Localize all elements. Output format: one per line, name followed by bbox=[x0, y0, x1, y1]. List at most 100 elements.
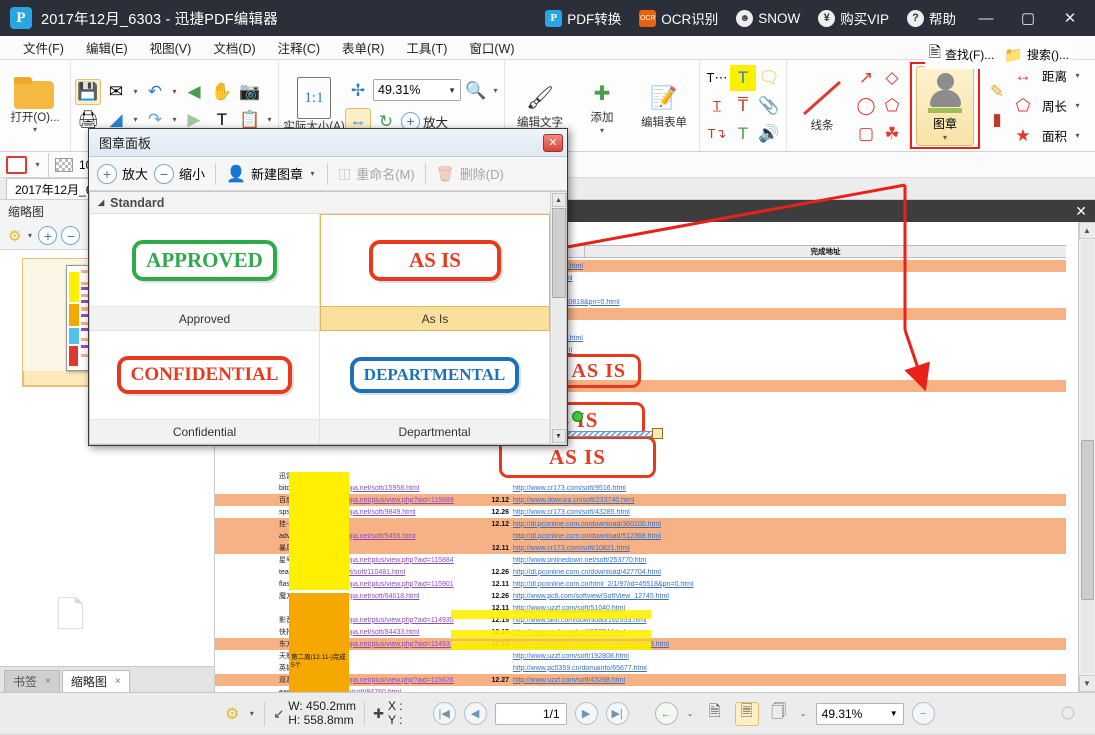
chevron-down-icon[interactable]: ▾ bbox=[265, 115, 274, 124]
row-url-done[interactable]: http://www.cr173.com/soft/43285.html bbox=[513, 509, 1066, 516]
area-button[interactable]: ★ 面积 ▾ bbox=[1010, 122, 1082, 150]
row-url-done[interactable]: http://dl.pconline.com.cn/html_2/1/97/id… bbox=[513, 581, 1066, 588]
row-url-done[interactable]: http://www.downza.cn/soft/233740.html bbox=[513, 497, 1066, 504]
eraser-icon[interactable]: ▮ bbox=[984, 107, 1010, 133]
polygon-icon[interactable]: ⬠ bbox=[879, 93, 905, 119]
dialog-scrollbar[interactable]: ▲ ▼ bbox=[550, 192, 566, 444]
close-button[interactable]: ✕ bbox=[1049, 0, 1091, 36]
find-button[interactable]: 🖹 查找(F)... bbox=[929, 42, 994, 67]
tab-bookmarks[interactable]: 书签 × bbox=[4, 670, 60, 692]
zoom-tool-icon[interactable]: 🔍 bbox=[463, 77, 489, 103]
dialog-close-button[interactable]: ✕ bbox=[543, 134, 563, 152]
zoom-out-icon[interactable]: − bbox=[61, 226, 80, 245]
stamp-group-header[interactable]: ◢ Standard bbox=[90, 192, 550, 214]
single-page-view-button[interactable]: 🗎 bbox=[703, 702, 727, 726]
chevron-down-icon[interactable]: ⌄ bbox=[686, 709, 695, 718]
open-button[interactable]: 打开(O)... ▾ bbox=[4, 64, 66, 148]
stamp-button[interactable]: 图章 ▾ bbox=[916, 66, 974, 146]
gear-icon[interactable]: ⚙ bbox=[225, 704, 239, 724]
gear-icon[interactable]: ⚙ bbox=[8, 227, 21, 245]
fit-page-icon[interactable]: ✢ bbox=[345, 77, 371, 103]
help-button[interactable]: ? 帮助 bbox=[898, 0, 965, 36]
chevron-down-icon[interactable]: ▾ bbox=[247, 709, 256, 718]
scroll-down-icon[interactable]: ▼ bbox=[1079, 675, 1095, 692]
scroll-down-icon[interactable]: ▼ bbox=[552, 429, 566, 443]
menu-edit[interactable]: 编辑(E) bbox=[75, 35, 139, 60]
dialog-zoom-out-button[interactable]: − 缩小 bbox=[154, 164, 205, 184]
highlight-text-icon[interactable]: T bbox=[730, 65, 756, 91]
edit-form-button[interactable]: 📝 编辑表单 bbox=[633, 64, 695, 148]
row-url-done[interactable]: http://dl.pconline.com.cn/download/42770… bbox=[513, 569, 1066, 576]
save-icon[interactable]: 💾 bbox=[75, 79, 101, 105]
viewer-scrollbar[interactable]: ▲ ▼ bbox=[1078, 222, 1095, 692]
dialog-zoom-in-button[interactable]: + 放大 bbox=[97, 164, 148, 184]
snapshot-camera-icon[interactable]: 📷 bbox=[237, 79, 263, 105]
row-url-done[interactable]: http://www.onlinedown.net/soft/253770.ht… bbox=[513, 557, 1066, 564]
sticky-note-icon[interactable]: 🗨 bbox=[756, 65, 782, 91]
close-icon[interactable]: ✕ bbox=[1075, 203, 1087, 220]
row-url-done[interactable]: http://www.cr173.com/soft/10821.html bbox=[513, 545, 1066, 552]
row-url-done[interactable]: http://www.uzzf.com/soft/43288.html bbox=[513, 677, 1066, 684]
prev-page-button[interactable]: ◀ bbox=[464, 702, 487, 725]
ocr-button[interactable]: OCR OCR识别 bbox=[630, 0, 727, 36]
scroll-thumb[interactable] bbox=[552, 208, 566, 298]
zoom-level-select[interactable]: 49.31% ▼ bbox=[373, 79, 461, 101]
next-page-button[interactable]: ▶ bbox=[575, 702, 598, 725]
snow-account-button[interactable]: ☻ SNOW bbox=[727, 0, 809, 36]
chevron-down-icon[interactable]: ⌄ bbox=[799, 709, 808, 718]
underline-text-icon[interactable]: T bbox=[730, 121, 756, 147]
strikethrough-icon[interactable]: T̅ bbox=[730, 93, 756, 119]
chevron-down-icon[interactable]: ▾ bbox=[491, 86, 500, 95]
menu-file[interactable]: 文件(F) bbox=[12, 35, 75, 60]
menu-window[interactable]: 窗口(W) bbox=[458, 35, 525, 60]
stamp-cell-approved[interactable]: APPROVED Approved bbox=[90, 214, 320, 331]
status-zoom-select[interactable]: 49.31% ▼ bbox=[816, 703, 904, 725]
attachment-icon[interactable]: 📎 bbox=[756, 93, 782, 119]
chevron-down-icon[interactable]: ▾ bbox=[170, 115, 179, 124]
stamp-cell-departmental[interactable]: DEPARTMENTAL Departmental bbox=[320, 331, 550, 444]
chevron-down-icon[interactable]: ▾ bbox=[33, 160, 42, 169]
collapse-icon[interactable]: ◢ bbox=[98, 198, 104, 207]
cloud-shape-icon[interactable]: ☘ bbox=[879, 121, 905, 147]
pencil-draw-icon[interactable]: ✎ bbox=[984, 79, 1010, 105]
close-icon[interactable]: × bbox=[115, 676, 121, 687]
stamp-panel-dialog[interactable]: 图章面板 ✕ + 放大 − 缩小 👤 新建图章 ▾ ◫ 重命名(M) 🗑 删除(… bbox=[88, 128, 568, 446]
previous-view-icon[interactable]: ◀ bbox=[181, 79, 207, 105]
undo-icon[interactable]: ↶ bbox=[142, 79, 168, 105]
text-move-icon[interactable]: T↴ bbox=[704, 121, 730, 147]
perimeter-button[interactable]: ⬠ 周长 ▾ bbox=[1010, 92, 1082, 120]
scroll-track[interactable] bbox=[1081, 240, 1094, 674]
selection-handle[interactable] bbox=[652, 428, 663, 439]
arrow-icon[interactable]: ↗ bbox=[853, 65, 879, 91]
line-button[interactable]: 线条 bbox=[791, 64, 853, 148]
stroke-color-swatch[interactable] bbox=[6, 156, 27, 174]
polyline-icon[interactable]: ◇ bbox=[879, 65, 905, 91]
menu-tools[interactable]: 工具(T) bbox=[395, 35, 458, 60]
delete-stamp-button[interactable]: 🗑 删除(D) bbox=[436, 164, 504, 183]
scroll-thumb[interactable] bbox=[1081, 440, 1094, 600]
maximize-button[interactable]: ▢ bbox=[1007, 0, 1049, 36]
scroll-track[interactable] bbox=[552, 208, 566, 428]
facing-view-button[interactable]: 🗍 bbox=[767, 702, 791, 726]
stamp-cell-as-is[interactable]: AS IS As Is bbox=[320, 214, 550, 331]
chevron-down-icon[interactable]: ▾ bbox=[131, 87, 140, 96]
scroll-up-icon[interactable]: ▲ bbox=[1079, 222, 1095, 239]
add-button[interactable]: ✚ 添加 ▾ bbox=[571, 64, 633, 148]
last-page-button[interactable]: ▶| bbox=[606, 702, 629, 725]
menu-comment[interactable]: 注释(C) bbox=[267, 35, 331, 60]
first-page-button[interactable]: |◀ bbox=[433, 702, 456, 725]
text-underline-icon[interactable]: T̲ bbox=[704, 93, 730, 119]
pdf-convert-button[interactable]: P PDF转换 bbox=[536, 0, 630, 36]
text-box-icon[interactable]: T⋯ bbox=[704, 65, 730, 91]
buy-vip-button[interactable]: ¥ 购买VIP bbox=[809, 0, 898, 36]
search-button[interactable]: 📁 搜索()... bbox=[1004, 46, 1069, 64]
zoom-in-icon[interactable]: + bbox=[38, 226, 57, 245]
rotation-handle[interactable] bbox=[572, 411, 583, 422]
email-icon[interactable]: ✉ bbox=[103, 79, 129, 105]
rectangle-icon[interactable]: ▢ bbox=[853, 121, 879, 147]
close-icon[interactable]: × bbox=[45, 676, 51, 687]
chevron-down-icon[interactable]: ▾ bbox=[170, 87, 179, 96]
row-url-done[interactable]: http://dl.pconline.com.cn/download/36010… bbox=[513, 521, 1066, 528]
chevron-down-icon[interactable]: ▾ bbox=[131, 115, 140, 124]
row-url-done[interactable]: http://dl.pconline.com.cn/download/51236… bbox=[513, 533, 1066, 540]
